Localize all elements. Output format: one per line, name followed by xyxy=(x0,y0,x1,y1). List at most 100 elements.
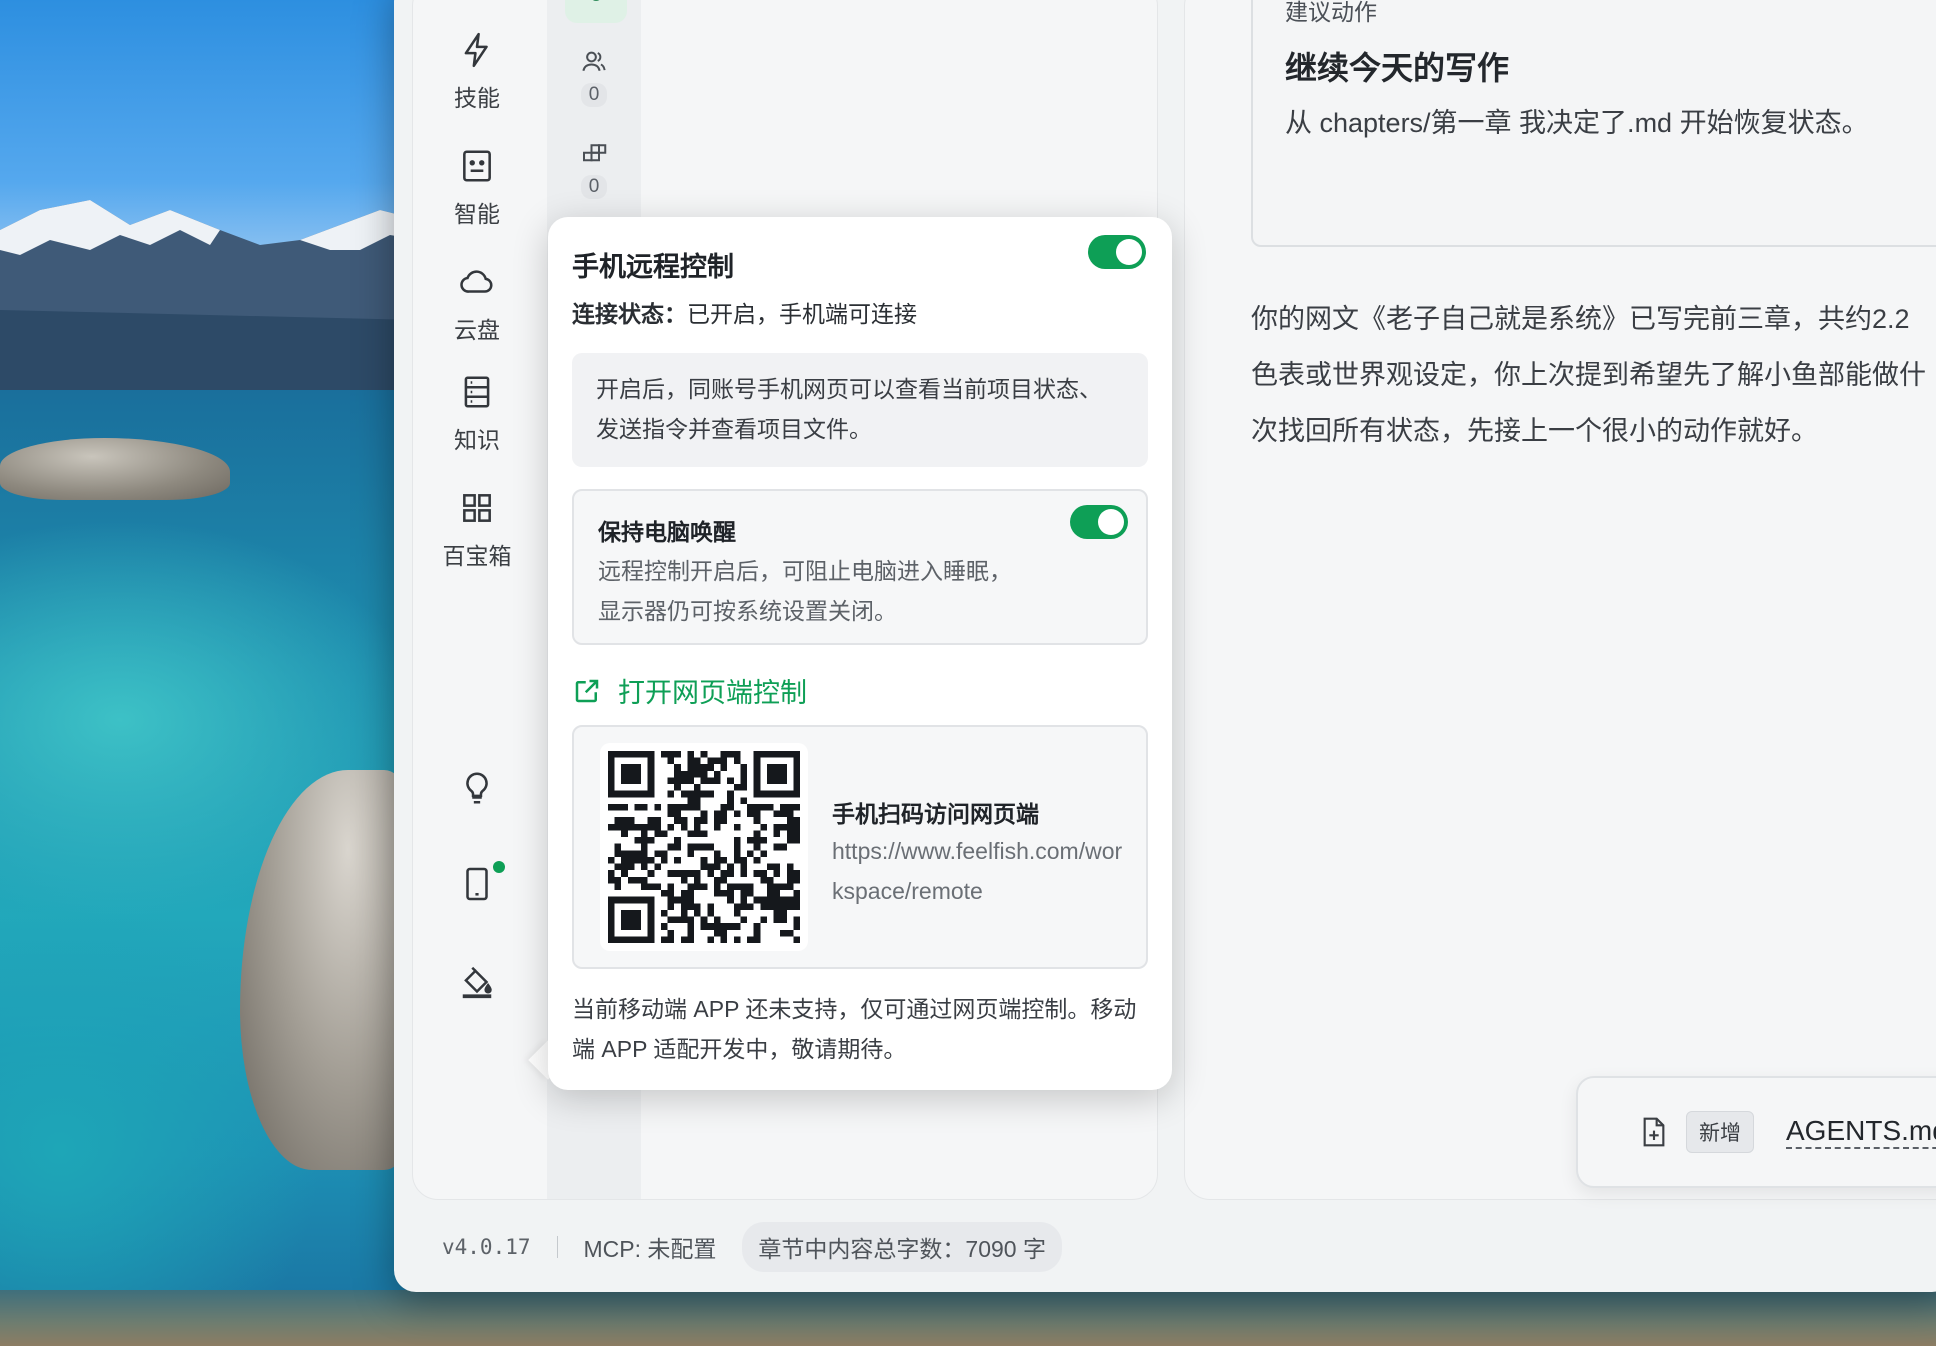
qr-module xyxy=(773,764,781,771)
qr-url[interactable]: https://www.feelfish.com/workspace/remot… xyxy=(832,831,1132,911)
keep-awake-desc: 远程控制开启后，可阻止电脑进入睡眠， 显示器仍可按系统设置关闭。 xyxy=(598,551,1012,631)
qr-module xyxy=(627,863,635,871)
qr-module xyxy=(660,856,668,864)
rail-item-skills[interactable]: 技能 xyxy=(413,31,541,113)
qr-module xyxy=(608,790,615,798)
qr-module xyxy=(660,890,668,897)
qr-module xyxy=(674,870,681,877)
qr-module xyxy=(753,817,761,824)
qr-module xyxy=(793,837,800,844)
qr-module xyxy=(694,903,701,910)
qr-module xyxy=(747,850,754,857)
qr-module xyxy=(720,764,728,771)
qr-module xyxy=(627,916,635,924)
rail-item-cloud[interactable]: 云盘 xyxy=(413,263,541,345)
qr-module xyxy=(700,883,708,891)
qr-module xyxy=(700,777,708,785)
sub-rail-badge[interactable]: 3 xyxy=(565,0,627,23)
qr-module xyxy=(660,936,668,943)
qr-module xyxy=(766,890,774,897)
rail-item-agents[interactable]: 智能 xyxy=(413,147,541,229)
qr-module xyxy=(707,777,714,785)
qr-module xyxy=(727,870,734,877)
qr-module xyxy=(713,777,721,785)
keep-awake-toggle[interactable] xyxy=(1070,505,1128,539)
file-add-icon xyxy=(1643,1117,1665,1147)
rail-item-remote-phone[interactable] xyxy=(413,861,541,903)
qr-module xyxy=(634,823,642,831)
qr-module xyxy=(647,883,655,891)
qr-module xyxy=(627,850,635,857)
rail-item-tips[interactable] xyxy=(413,769,541,807)
qr-module xyxy=(793,764,800,771)
qr-module xyxy=(627,823,635,831)
qr-module xyxy=(780,803,787,811)
qr-module xyxy=(687,896,695,904)
qr-module xyxy=(634,916,642,924)
qr-module xyxy=(667,916,675,924)
qr-module xyxy=(667,823,675,831)
remote-control-toggle[interactable] xyxy=(1088,235,1146,269)
open-web-control-label: 打开网页端控制 xyxy=(618,678,807,708)
qr-module xyxy=(793,936,800,943)
people-count: 0 xyxy=(580,83,608,107)
qr-module xyxy=(747,810,754,818)
qr-module xyxy=(634,770,642,778)
qr-module xyxy=(780,777,787,785)
qr-module xyxy=(733,757,741,765)
lightbulb-icon xyxy=(466,772,488,804)
qr-module xyxy=(641,843,648,851)
qr-module xyxy=(740,903,748,910)
qr-module xyxy=(786,870,794,877)
qr-module xyxy=(713,850,721,857)
qr-module xyxy=(667,790,675,798)
qr-module xyxy=(760,896,767,904)
lightning-icon xyxy=(464,32,488,68)
keep-awake-desc-line: 远程控制开启后，可阻止电脑进入睡眠， xyxy=(598,558,1012,584)
qr-module xyxy=(760,790,767,798)
qr-module xyxy=(694,803,701,811)
qr-module xyxy=(621,790,628,798)
qr-module xyxy=(627,777,635,785)
file-name-link[interactable]: AGENTS.md xyxy=(1786,1115,1936,1149)
qr-module xyxy=(700,843,708,851)
qr-module xyxy=(700,817,708,824)
mcp-status[interactable]: MCP: 未配置 xyxy=(584,1230,717,1264)
qr-module xyxy=(667,757,675,765)
qr-module xyxy=(773,823,781,831)
qr-module xyxy=(641,856,648,864)
qr-module xyxy=(647,790,655,798)
qr-module xyxy=(694,757,701,765)
rail-item-theme[interactable] xyxy=(413,963,541,1001)
qr-module xyxy=(667,870,675,877)
qr-module xyxy=(687,923,695,930)
qr-module xyxy=(627,764,635,771)
file-change-chip[interactable]: 新增 AGENTS.md xyxy=(1576,1076,1936,1188)
qr-module xyxy=(647,837,655,844)
qr-module xyxy=(700,856,708,864)
qr-module xyxy=(713,823,721,831)
status-bar: v4.0.17 MCP: 未配置 章节中内容总字数：7090 字 xyxy=(412,1220,1936,1274)
qr-module xyxy=(760,870,767,877)
suggestion-card[interactable]: 建议动作 继续今天的写作 从 chapters/第一章 我决定了.md 开始恢复… xyxy=(1251,0,1936,247)
rail-item-knowledge[interactable]: 知识 xyxy=(413,373,541,455)
qr-module xyxy=(634,896,642,904)
sub-item-people[interactable]: 0 xyxy=(547,47,641,107)
qr-module xyxy=(733,936,741,943)
qr-module xyxy=(621,856,628,864)
qr-module xyxy=(740,856,748,864)
qr-module xyxy=(753,843,761,851)
qr-module xyxy=(720,803,728,811)
sub-item-blocks[interactable]: 0 xyxy=(547,139,641,199)
qr-module xyxy=(614,883,622,891)
rail-item-toolbox[interactable]: 百宝箱 xyxy=(413,489,541,571)
qr-module xyxy=(753,870,761,877)
qr-module xyxy=(753,790,761,798)
summary-line: 色表或世界观设定，你上次提到希望先了解小鱼部能做什 xyxy=(1251,360,1926,390)
open-web-control-link[interactable]: 打开网页端控制 xyxy=(572,671,807,710)
qr-module xyxy=(780,751,787,758)
qr-module xyxy=(733,856,741,864)
qr-module xyxy=(667,936,675,943)
qr-module xyxy=(780,764,787,771)
qr-module xyxy=(740,883,748,891)
